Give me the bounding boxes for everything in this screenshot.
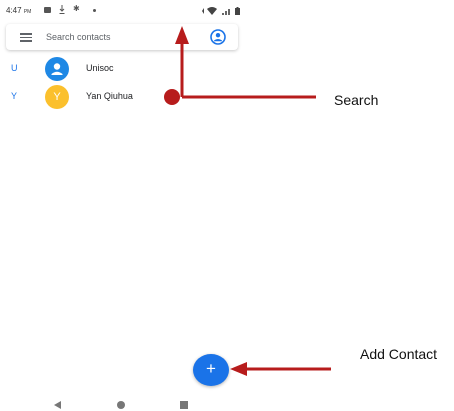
plus-icon: + (206, 359, 216, 378)
recents-icon[interactable] (180, 401, 188, 409)
download-notification-icon (59, 5, 65, 14)
add-contact-arrow (230, 362, 331, 376)
status-time-ampm: PM (23, 9, 32, 15)
back-icon[interactable] (54, 401, 61, 409)
person-icon (51, 63, 63, 75)
avatar-initial: Y (53, 91, 61, 103)
menu-icon[interactable] (20, 32, 32, 42)
data-saver-icon (202, 8, 204, 14)
home-icon[interactable] (117, 401, 125, 409)
contact-name: Unisoc (86, 63, 114, 73)
image-notification-icon (44, 7, 51, 13)
contact-name: Yan Qiuhua (86, 91, 133, 101)
section-letter: U (11, 63, 18, 73)
settings-notification-icon: ✱ (73, 4, 80, 13)
search-input[interactable] (46, 30, 196, 44)
battery-icon (235, 7, 240, 15)
search-bar[interactable] (6, 24, 238, 50)
add-contact-annotation-label: Add Contact (360, 346, 438, 362)
wifi-icon (207, 7, 217, 15)
status-time-value: 4:47 (6, 6, 22, 15)
search-annotation-label: Search (334, 92, 379, 108)
avatar: Y (45, 85, 69, 109)
system-status-icons (202, 7, 240, 15)
list-item[interactable]: U Unisoc (0, 56, 245, 82)
signal-icon (222, 9, 230, 15)
more-notifications-dot-icon (93, 9, 96, 12)
add-contact-button[interactable]: + (193, 354, 229, 386)
status-time: 4:47 PM (6, 6, 31, 15)
account-icon[interactable] (210, 29, 226, 45)
section-letter: Y (11, 91, 18, 101)
avatar (45, 57, 69, 81)
list-item[interactable]: Y Y Yan Qiuhua (0, 84, 245, 110)
status-bar: 4:47 PM ✱ (0, 0, 245, 22)
